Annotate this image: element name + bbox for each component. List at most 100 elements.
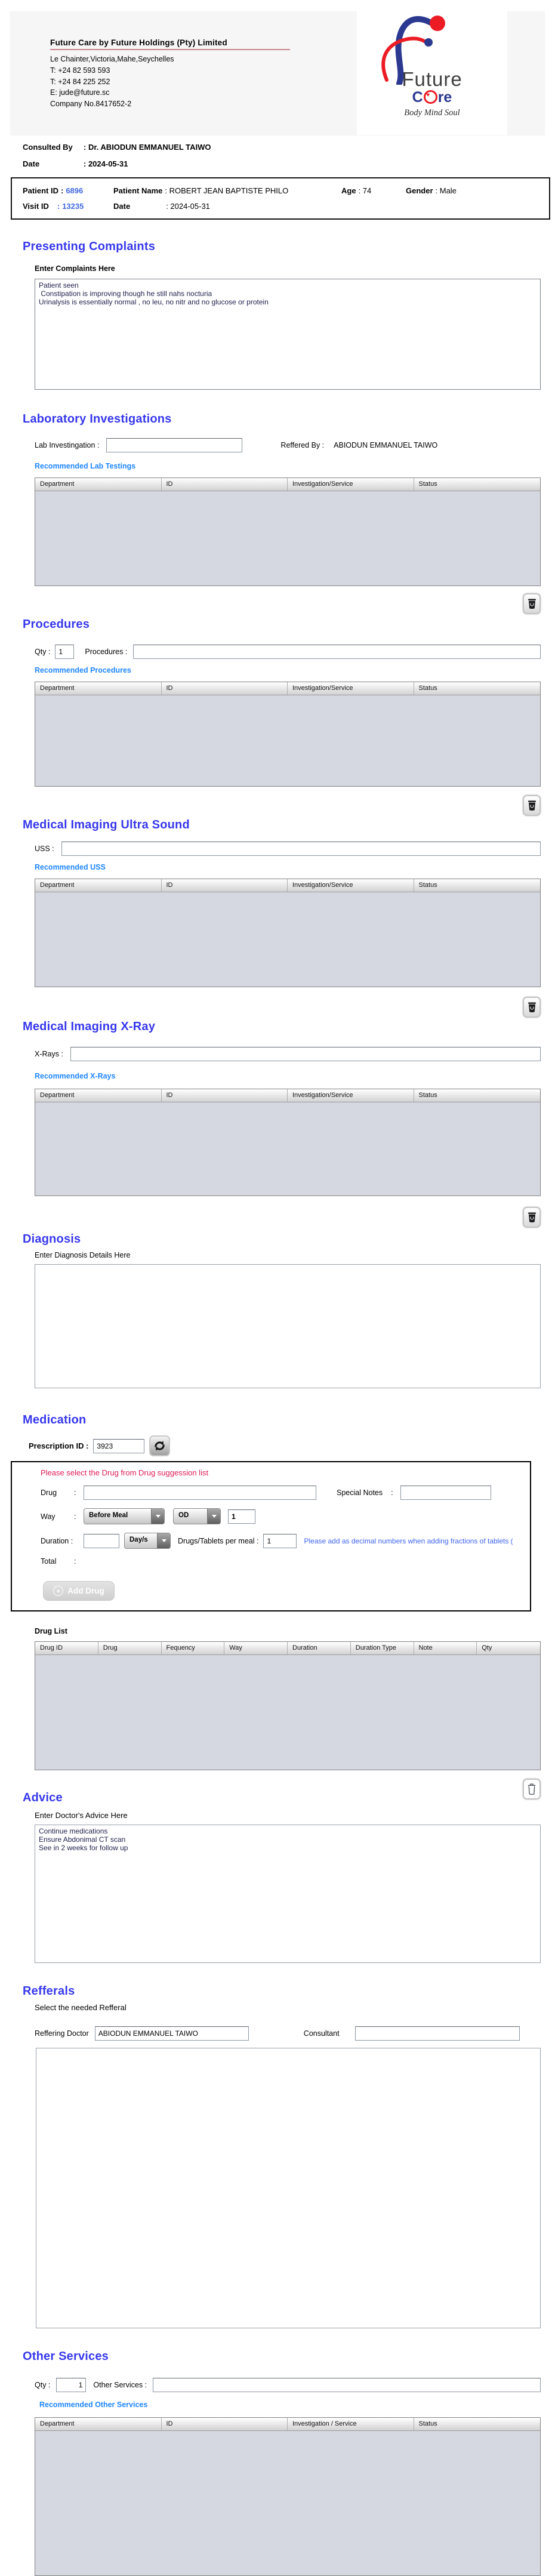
col-drug-id: Drug ID (35, 1642, 98, 1654)
other-services-label: Other Services : (93, 2381, 147, 2389)
col-investigation-service: Investigation/Service (288, 682, 414, 695)
xray-label: X-Rays : (35, 1050, 63, 1058)
prescription-id-input[interactable] (93, 1438, 145, 1453)
col-status: Status (418, 882, 437, 889)
duration-label: Duration : (41, 1536, 73, 1545)
col-frequency: Fequency (162, 1642, 225, 1654)
chevron-down-icon (157, 1533, 170, 1548)
procedures-qty-input[interactable] (55, 645, 75, 659)
per-meal-input[interactable] (263, 1533, 297, 1548)
total-label: Total (41, 1557, 57, 1566)
way-qty-input[interactable] (228, 1509, 255, 1524)
logo-letters-re: re (437, 89, 452, 106)
uss-table: Department ID Investigation/Service Stat… (35, 879, 541, 987)
col-department: Department (35, 2418, 162, 2430)
patient-name-label: Patient Name (113, 186, 163, 195)
lab-investigation-label: Lab Investingation : (35, 441, 100, 449)
duration-unit-select[interactable]: Day/s (124, 1533, 171, 1549)
col-department: Department (35, 879, 162, 892)
col-investigation-service: Investigation/Service (288, 1089, 414, 1102)
col-id: ID (162, 2418, 288, 2430)
gender-value: : Male (435, 186, 457, 195)
uss-delete-button[interactable] (523, 997, 541, 1018)
consultant-input[interactable] (354, 2026, 520, 2041)
prescription-refresh-button[interactable] (149, 1435, 171, 1456)
drug-suggestion-warning: Please select the Drug from Drug suggess… (41, 1468, 209, 1477)
patient-id-label: Patient ID (23, 186, 58, 195)
procedures-delete-button[interactable] (523, 795, 541, 816)
trash-icon (528, 599, 536, 609)
lab-investigation-input[interactable] (106, 438, 243, 452)
other-services-table: Department ID Investigation / Service St… (35, 2417, 541, 2576)
logo-word-care: C ♥ re (357, 89, 507, 106)
col-qty: Qty (482, 1644, 492, 1651)
advice-textarea[interactable]: Continue medications Ensure Abdonimal CT… (35, 1825, 541, 1963)
company-phone-2: T: +24 84 225 252 (50, 77, 110, 86)
recommended-xray-link: Recommended X-Rays (35, 1072, 116, 1080)
uss-input[interactable] (61, 842, 541, 856)
procedures-input[interactable] (133, 645, 541, 659)
way-select[interactable]: Before Meal (84, 1508, 165, 1524)
lab-delete-button[interactable] (523, 593, 541, 614)
drug-list-table: Drug ID Drug Fequency Way Duration Durat… (35, 1641, 541, 1770)
medication-entry-box: Please select the Drug from Drug suggess… (11, 1461, 531, 1611)
col-note: Note (414, 1642, 477, 1654)
frequency-select[interactable]: OD (173, 1508, 221, 1524)
complaints-textarea[interactable]: Patient seen Constipation is improving t… (35, 279, 541, 390)
drug-list-table-body[interactable] (35, 1655, 540, 1770)
patient-info-box: Patient ID:6896 Patient Name: ROBERT JEA… (11, 177, 550, 220)
visit-date-value: : 2024-05-31 (166, 202, 210, 211)
consult-date-label: Date (23, 159, 40, 168)
uss-table-header: Department ID Investigation/Service Stat… (35, 879, 540, 892)
drug-list-table-header: Drug ID Drug Fequency Way Duration Durat… (35, 1642, 540, 1655)
prescription-id-label: Prescription ID : (29, 1441, 89, 1450)
xray-delete-button[interactable] (523, 1207, 541, 1228)
col-drug: Drug (98, 1642, 162, 1654)
section-title-presenting-complaints: Presenting Complaints (23, 240, 156, 253)
lab-table-body[interactable] (35, 491, 540, 586)
diagnosis-label: Enter Diagnosis Details Here (35, 1251, 131, 1259)
chevron-down-icon (151, 1509, 164, 1524)
special-notes-label: Special Notes (337, 1489, 383, 1497)
patient-name-value: : ROBERT JEAN BAPTISTE PHILO (165, 186, 289, 195)
drug-input[interactable] (84, 1486, 316, 1500)
diagnosis-textarea[interactable] (35, 1264, 541, 1388)
trash-outline-icon (528, 1783, 536, 1795)
xray-input[interactable] (70, 1047, 541, 1061)
other-services-input[interactable] (153, 2378, 541, 2392)
other-qty-input[interactable] (56, 2378, 87, 2392)
referring-doctor-input[interactable] (94, 2026, 249, 2041)
col-duration: Duration (288, 1642, 351, 1654)
other-services-table-body[interactable] (35, 2431, 540, 2575)
procedures-qty-label: Qty : (35, 648, 51, 656)
col-id: ID (162, 1089, 288, 1102)
patient-id-value: 6896 (66, 186, 84, 195)
xray-table-body[interactable] (35, 1102, 540, 1195)
xray-table: Department ID Investigation/Service Stat… (35, 1089, 541, 1196)
consulted-by-row: Consulted By : Dr. ABIODUN EMMANUEL TAIW… (23, 143, 555, 152)
consult-date-row: Date : 2024-05-31 (23, 159, 555, 168)
duration-input[interactable] (84, 1533, 119, 1548)
col-department: Department (35, 478, 162, 491)
section-title-procedures: Procedures (23, 618, 90, 631)
referrals-list-box[interactable] (36, 2048, 541, 2328)
uss-label: USS : (35, 845, 54, 853)
special-notes-input[interactable] (400, 1486, 492, 1500)
col-id: ID (162, 879, 288, 892)
age-value: : 74 (358, 186, 372, 195)
consulted-by-label: Consulted By (23, 143, 73, 152)
consultant-label: Consultant (303, 2029, 340, 2038)
procedures-table-body[interactable] (35, 695, 540, 786)
col-investigation-service: Investigation/Service (288, 879, 414, 892)
letterhead: Future Care by Future Holdings (Pty) Lim… (11, 11, 544, 135)
company-email: E: jude@future.sc (50, 88, 110, 97)
section-title-medication: Medication (23, 1413, 87, 1426)
procedures-table-header: Department ID Investigation/Service Stat… (35, 682, 540, 695)
advice-delete-button[interactable] (523, 1779, 541, 1799)
col-id: ID (162, 682, 288, 695)
recommended-other-services-link: Recommended Other Services (39, 2401, 148, 2409)
add-drug-button[interactable]: + Add Drug (43, 1581, 115, 1601)
col-way: Way (224, 1642, 288, 1654)
visit-id-label: Visit ID (23, 202, 49, 211)
uss-table-body[interactable] (35, 892, 540, 987)
